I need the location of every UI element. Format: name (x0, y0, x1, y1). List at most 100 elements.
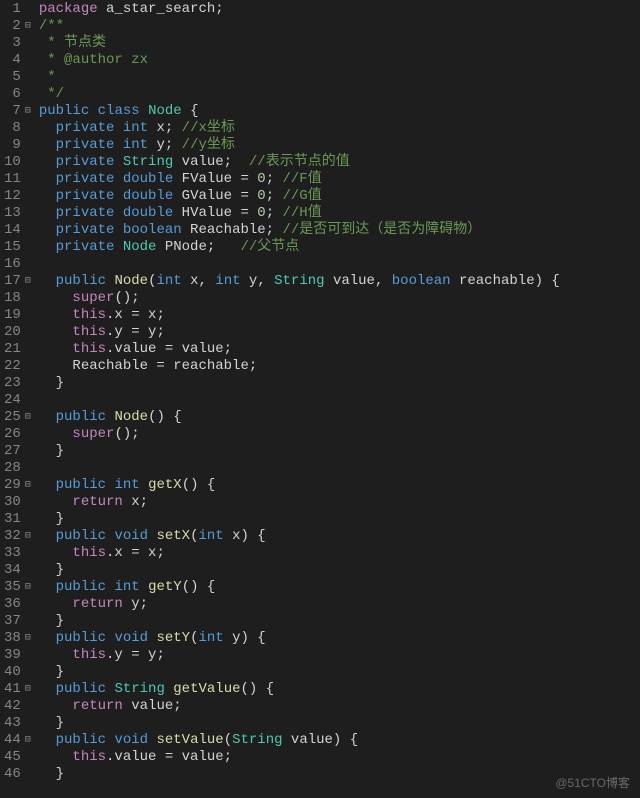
code-line[interactable]: } (39, 443, 640, 460)
line-number-text: 22 (4, 358, 21, 375)
code-line[interactable]: public String getValue() { (39, 681, 640, 698)
line-number: 23 (4, 375, 31, 392)
code-line[interactable]: public Node() { (39, 409, 640, 426)
code-line[interactable]: } (39, 613, 640, 630)
line-number: 33 (4, 545, 31, 562)
line-number-text: 27 (4, 443, 21, 460)
line-number-text: 30 (4, 494, 21, 511)
line-number-text: 17 (4, 273, 21, 290)
code-line[interactable]: /** (39, 18, 640, 35)
line-number: 43 (4, 715, 31, 732)
code-line[interactable]: public void setValue(String value) { (39, 732, 640, 749)
code-line[interactable]: this.value = value; (39, 749, 640, 766)
code-line[interactable]: return y; (39, 596, 640, 613)
code-line[interactable]: private boolean Reachable; //是否可到达（是否为障碍… (39, 222, 640, 239)
line-number-text: 45 (4, 749, 21, 766)
line-number-text: 24 (4, 392, 21, 409)
line-number: 36 (4, 596, 31, 613)
code-line[interactable]: } (39, 511, 640, 528)
code-line[interactable] (39, 256, 640, 273)
code-line[interactable]: this.x = x; (39, 307, 640, 324)
line-number-text: 46 (4, 766, 21, 783)
line-number-text: 34 (4, 562, 21, 579)
line-number: 41⊟ (4, 681, 31, 698)
fold-icon[interactable]: ⊟ (23, 273, 31, 290)
code-line[interactable]: return x; (39, 494, 640, 511)
code-line[interactable]: private int y; //y坐标 (39, 137, 640, 154)
line-number-text: 10 (4, 154, 21, 171)
code-line[interactable]: } (39, 664, 640, 681)
fold-icon[interactable]: ⊟ (23, 409, 31, 426)
line-number-text: 11 (4, 171, 21, 188)
line-number: 3 (4, 35, 31, 52)
line-number: 21 (4, 341, 31, 358)
line-number-text: 13 (4, 205, 21, 222)
fold-icon[interactable]: ⊟ (23, 18, 31, 35)
code-line[interactable]: } (39, 766, 640, 783)
line-number-text: 7 (12, 103, 20, 120)
line-number-text: 6 (12, 86, 20, 103)
line-number-text: 44 (4, 732, 21, 749)
line-number: 1 (4, 1, 31, 18)
line-number: 12 (4, 188, 31, 205)
code-line[interactable]: this.value = value; (39, 341, 640, 358)
code-line[interactable]: private double HValue = 0; //H值 (39, 205, 640, 222)
line-number-text: 14 (4, 222, 21, 239)
code-line[interactable]: * (39, 69, 640, 86)
fold-icon[interactable]: ⊟ (23, 103, 31, 120)
fold-icon[interactable]: ⊟ (23, 477, 31, 494)
line-number: 34 (4, 562, 31, 579)
code-line[interactable]: } (39, 562, 640, 579)
code-line[interactable]: public class Node { (39, 103, 640, 120)
code-line[interactable]: public int getX() { (39, 477, 640, 494)
line-number: 13 (4, 205, 31, 222)
line-number: 20 (4, 324, 31, 341)
line-number-text: 19 (4, 307, 21, 324)
watermark: @51CTO博客 (555, 775, 630, 792)
code-line[interactable]: public void setY(int y) { (39, 630, 640, 647)
code-line[interactable]: */ (39, 86, 640, 103)
line-number: 14 (4, 222, 31, 239)
line-number: 27 (4, 443, 31, 460)
code-line[interactable] (39, 460, 640, 477)
code-line[interactable]: private Node PNode; //父节点 (39, 239, 640, 256)
line-number-text: 43 (4, 715, 21, 732)
code-line[interactable]: private int x; //x坐标 (39, 120, 640, 137)
code-line[interactable]: super(); (39, 290, 640, 307)
code-line[interactable]: public Node(int x, int y, String value, … (39, 273, 640, 290)
code-line[interactable]: } (39, 375, 640, 392)
code-line[interactable]: this.y = y; (39, 647, 640, 664)
code-line[interactable]: this.y = y; (39, 324, 640, 341)
code-line[interactable]: return value; (39, 698, 640, 715)
code-line[interactable]: } (39, 715, 640, 732)
line-number: 29⊟ (4, 477, 31, 494)
code-line[interactable]: * @author zx (39, 52, 640, 69)
code-line[interactable]: private double GValue = 0; //G值 (39, 188, 640, 205)
line-number: 26 (4, 426, 31, 443)
code-line[interactable]: package a_star_search; (39, 1, 640, 18)
fold-icon[interactable]: ⊟ (23, 681, 31, 698)
line-number-text: 15 (4, 239, 21, 256)
line-number-text: 38 (4, 630, 21, 647)
line-number-text: 29 (4, 477, 21, 494)
line-number: 25⊟ (4, 409, 31, 426)
code-line[interactable]: super(); (39, 426, 640, 443)
code-line[interactable]: * 节点类 (39, 35, 640, 52)
line-number: 16 (4, 256, 31, 273)
code-line[interactable]: Reachable = reachable; (39, 358, 640, 375)
line-number: 6 (4, 86, 31, 103)
fold-icon[interactable]: ⊟ (23, 732, 31, 749)
code-line[interactable]: this.x = x; (39, 545, 640, 562)
fold-icon[interactable]: ⊟ (23, 528, 31, 545)
fold-icon[interactable]: ⊟ (23, 630, 31, 647)
code-line[interactable]: public int getY() { (39, 579, 640, 596)
code-line[interactable]: public void setX(int x) { (39, 528, 640, 545)
code-line[interactable]: private String value; //表示节点的值 (39, 154, 640, 171)
line-number-text: 41 (4, 681, 21, 698)
line-number: 4 (4, 52, 31, 69)
code-area[interactable]: package a_star_search;/** * 节点类 * @autho… (35, 0, 640, 798)
line-number: 44⊟ (4, 732, 31, 749)
fold-icon[interactable]: ⊟ (23, 579, 31, 596)
code-line[interactable]: private double FValue = 0; //F值 (39, 171, 640, 188)
code-line[interactable] (39, 392, 640, 409)
